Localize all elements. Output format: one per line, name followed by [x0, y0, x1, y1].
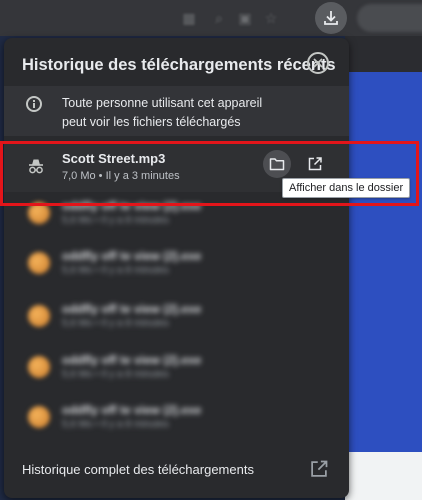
list-item-title: oddfly off te view (2).exe [62, 403, 202, 417]
privacy-notice: Toute personne utilisant cet appareil pe… [4, 86, 349, 136]
list-item-title: oddfly off te view (2).exe [62, 249, 202, 263]
page-blue-panel [345, 72, 422, 452]
list-item[interactable]: oddfly off te view (2).exe 5,6 Mo • Il y… [4, 242, 349, 286]
tooltip: Afficher dans le dossier [282, 178, 411, 198]
file-icon [28, 406, 50, 428]
list-item[interactable]: oddfly off te view (2).exe 5,6 Mo • Il y… [4, 396, 349, 440]
full-history-link[interactable]: Historique complet des téléchargements [4, 445, 349, 498]
full-history-label[interactable]: Historique complet des téléchargements [22, 462, 254, 477]
file-icon [28, 356, 50, 378]
list-item-sub: 5,6 Mo • Il y a 8 minutes [62, 265, 169, 276]
search-icon[interactable]: ⌕ [210, 9, 228, 27]
profile-button[interactable] [357, 4, 422, 32]
browser-toolbar: ▦ ⌕ ▣ ☆ [0, 0, 422, 36]
list-item-sub: 5,6 Mo • Il y a 8 minutes [62, 419, 169, 430]
list-item[interactable]: oddfly off te view (2).exe 5,6 Mo • Il y… [4, 295, 349, 339]
page-white-panel [345, 452, 422, 500]
close-button[interactable] [307, 52, 329, 74]
list-item-sub: 5,6 Mo • Il y a 8 minutes [62, 318, 169, 329]
open-external-icon[interactable] [309, 459, 329, 479]
list-item-sub: 5,6 Mo • Il y a 8 minutes [62, 369, 169, 380]
info-icon [26, 96, 42, 112]
translate-icon[interactable]: ▣ [236, 9, 254, 27]
page-header-strip [345, 36, 422, 72]
download-icon [324, 11, 338, 25]
panel-title: Historique des téléchargements récents [22, 56, 336, 74]
list-item-title: oddfly off te view (2).exe [62, 353, 202, 367]
file-icon [28, 305, 50, 327]
file-icon [28, 252, 50, 274]
info-text-line2: peut voir les fichiers téléchargés [62, 115, 241, 129]
list-item[interactable]: oddfly off te view (2).exe 5,6 Mo • Il y… [4, 346, 349, 390]
list-item-title: oddfly off te view (2).exe [62, 302, 202, 316]
star-icon[interactable]: ☆ [262, 9, 280, 27]
screenshot-icon[interactable]: ▦ [180, 9, 198, 27]
info-text-line1: Toute personne utilisant cet appareil [62, 96, 263, 110]
list-item-sub: 5,6 Mo • Il y a 8 minutes [62, 215, 169, 226]
downloads-panel: Historique des téléchargements récents T… [4, 38, 349, 498]
downloads-button[interactable] [315, 2, 347, 34]
close-icon [313, 58, 323, 68]
